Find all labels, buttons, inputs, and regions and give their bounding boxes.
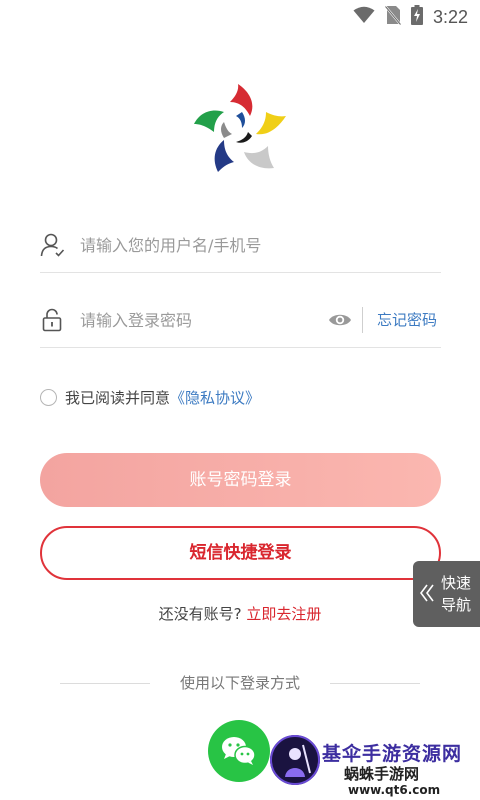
password-input[interactable]	[80, 305, 320, 335]
username-field	[40, 222, 441, 273]
wechat-login-button[interactable]	[208, 720, 270, 782]
sms-login-button[interactable]: 短信快捷登录	[40, 526, 441, 580]
wifi-icon	[353, 6, 375, 28]
agreement-text: 我已阅读并同意	[65, 388, 171, 407]
forgot-password-link[interactable]: 忘记密码	[377, 309, 437, 330]
wechat-icon	[222, 737, 256, 765]
password-login-button[interactable]: 账号密码登录	[40, 453, 441, 507]
user-icon	[40, 232, 66, 258]
field-separator	[362, 307, 363, 333]
app-logo	[190, 82, 290, 178]
watermark-ninja-icon	[270, 735, 320, 785]
no-sim-icon	[384, 5, 402, 29]
privacy-agreement-link[interactable]: 《隐私协议》	[170, 387, 260, 408]
quick-nav-label: 快速 导航	[441, 572, 475, 616]
eye-icon[interactable]	[328, 310, 352, 330]
quick-nav-label-line2: 导航	[441, 596, 472, 614]
double-chevron-left-icon	[419, 583, 435, 603]
divider-line-right	[330, 683, 420, 684]
status-bar: 3:22	[0, 0, 480, 34]
register-row: 还没有账号? 立即去注册	[0, 603, 480, 624]
quick-nav-label-line1: 快速	[441, 574, 472, 592]
lock-icon	[40, 307, 66, 333]
status-icons: 3:22	[353, 5, 468, 29]
register-question: 还没有账号?	[158, 605, 242, 623]
watermark-subtitle: 蜗蛛手游网	[344, 765, 420, 783]
register-link[interactable]: 立即去注册	[246, 605, 321, 623]
watermark-title: 基伞手游资源网	[322, 743, 463, 765]
other-login-divider: 使用以下登录方式	[60, 672, 420, 694]
battery-charging-icon	[410, 5, 423, 29]
quick-nav-button[interactable]: 快速 导航	[413, 561, 480, 627]
username-input[interactable]	[80, 230, 360, 260]
status-time: 3:22	[432, 6, 468, 27]
watermark-url: www.qt6.com	[348, 783, 441, 797]
agreement-checkbox[interactable]	[40, 388, 57, 406]
site-watermark: 基伞手游资源网 蜗蛛手游网 www.qt6.com	[266, 733, 480, 800]
agreement-row: 我已阅读并同意 《隐私协议》	[40, 385, 260, 409]
password-field: 忘记密码	[40, 297, 441, 348]
